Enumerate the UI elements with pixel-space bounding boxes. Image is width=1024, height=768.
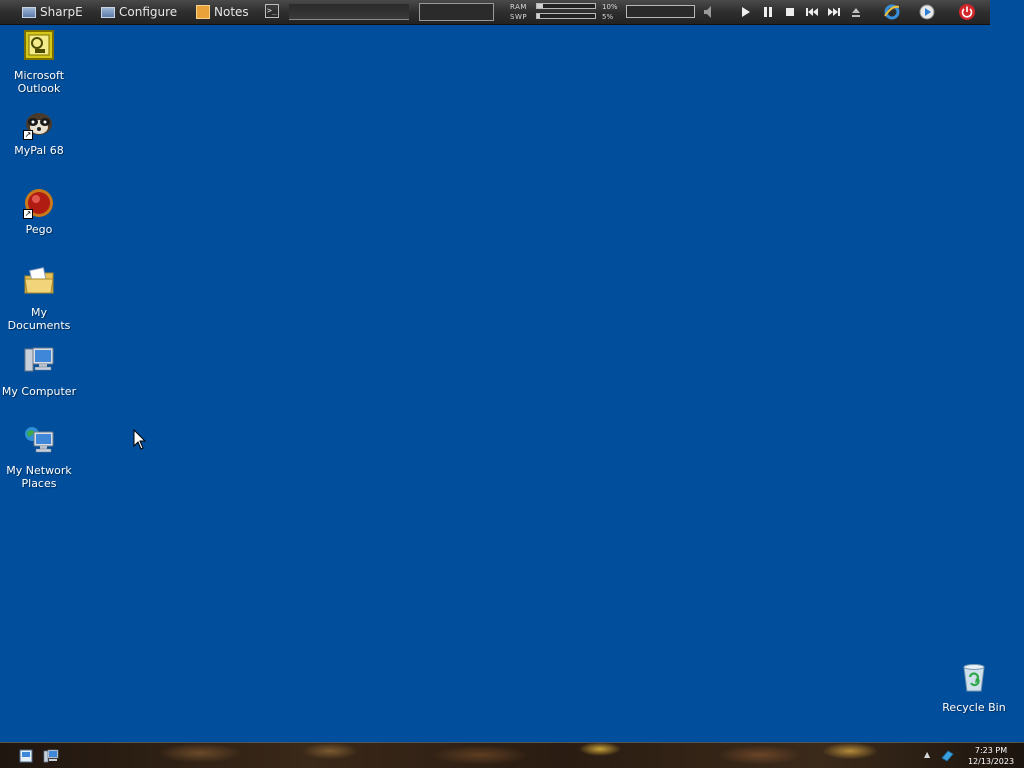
desktop-icon-label: Recycle Bin <box>942 701 1006 714</box>
command-input[interactable] <box>289 4 409 20</box>
desktop-icon-my-documents[interactable]: My Documents <box>0 266 78 332</box>
desktop-icon-recycle-bin[interactable]: Recycle Bin <box>935 661 1013 714</box>
configure-button[interactable]: Configure <box>101 3 177 21</box>
desktop-icon-mypal-68[interactable]: ↗ MyPal 68 <box>0 108 78 157</box>
media-player-icon[interactable] <box>918 3 936 21</box>
swp-usage-bar <box>536 13 596 19</box>
desktop-icon-label: Microsoft Outlook <box>13 69 65 95</box>
ram-value: 10% <box>602 3 618 11</box>
play-icon[interactable] <box>738 5 752 19</box>
desktop-icon-label: MyPal 68 <box>14 144 64 157</box>
computer-quicklaunch-icon[interactable] <box>43 748 59 764</box>
internet-explorer-icon[interactable] <box>883 3 901 21</box>
swp-label: SWP <box>510 13 528 21</box>
recycle-bin-icon <box>963 664 985 692</box>
previous-track-icon[interactable] <box>805 5 819 19</box>
desktop-icon-pego[interactable]: ↗ Pego <box>0 187 78 236</box>
monitor-icon <box>22 6 36 18</box>
next-track-icon[interactable] <box>827 5 841 19</box>
terminal-icon[interactable]: >_ <box>265 4 279 18</box>
sharpe-bar: SharpE Configure Notes >_ RAM SWP 10% 5% <box>0 0 990 25</box>
desktop-icon-label: Pego <box>25 223 53 236</box>
notes-label: Notes <box>214 5 249 19</box>
configure-label: Configure <box>119 5 178 19</box>
folder-icon <box>24 267 54 294</box>
network-icon <box>25 427 54 453</box>
desktop-icon-my-computer[interactable]: My Computer <box>0 345 78 398</box>
notes-icon <box>196 5 210 19</box>
tray-expand-icon[interactable]: ▲ <box>924 750 930 759</box>
speaker-icon[interactable] <box>703 5 715 19</box>
desktop-icon-label: My Documents <box>7 306 71 332</box>
network-tray-icon[interactable] <box>939 748 955 764</box>
show-desktop-icon[interactable] <box>18 748 34 764</box>
taskbar: ▲ 7:23 PM 12/13/2023 <box>0 742 1024 768</box>
mouse-cursor-icon <box>133 429 147 450</box>
desktop-icon-label: My Computer <box>1 385 77 398</box>
pause-icon[interactable] <box>761 5 775 19</box>
ram-label: RAM <box>510 3 527 11</box>
swp-usage-fill <box>537 14 540 18</box>
search-input[interactable] <box>419 3 494 21</box>
notes-button[interactable]: Notes <box>196 3 249 21</box>
sharpe-menu-button[interactable]: SharpE <box>22 3 83 21</box>
desktop[interactable]: SharpE Configure Notes >_ RAM SWP 10% 5% <box>0 0 1024 768</box>
ram-usage-bar <box>536 3 596 9</box>
desktop-icon-my-network-places[interactable]: My Network Places <box>0 424 78 490</box>
desktop-icon-label: My Network Places <box>6 464 72 490</box>
volume-slider[interactable] <box>626 5 695 18</box>
clock-date: 12/13/2023 <box>967 757 1015 766</box>
monitor-icon <box>101 6 115 18</box>
clock-time: 7:23 PM <box>974 746 1008 755</box>
stop-icon[interactable] <box>783 5 797 19</box>
computer-icon <box>24 347 54 372</box>
clock[interactable]: 7:23 PM 12/13/2023 <box>962 745 1020 767</box>
desktop-icon-microsoft-outlook[interactable]: Microsoft Outlook <box>0 29 78 95</box>
shortcut-arrow-icon: ↗ <box>23 209 33 219</box>
sharpe-label: SharpE <box>40 5 83 19</box>
swp-value: 5% <box>602 13 614 21</box>
ram-usage-fill <box>537 4 543 8</box>
eject-icon[interactable] <box>849 5 863 19</box>
power-icon[interactable] <box>958 3 976 21</box>
outlook-icon <box>24 30 54 60</box>
shortcut-arrow-icon: ↗ <box>23 130 33 140</box>
